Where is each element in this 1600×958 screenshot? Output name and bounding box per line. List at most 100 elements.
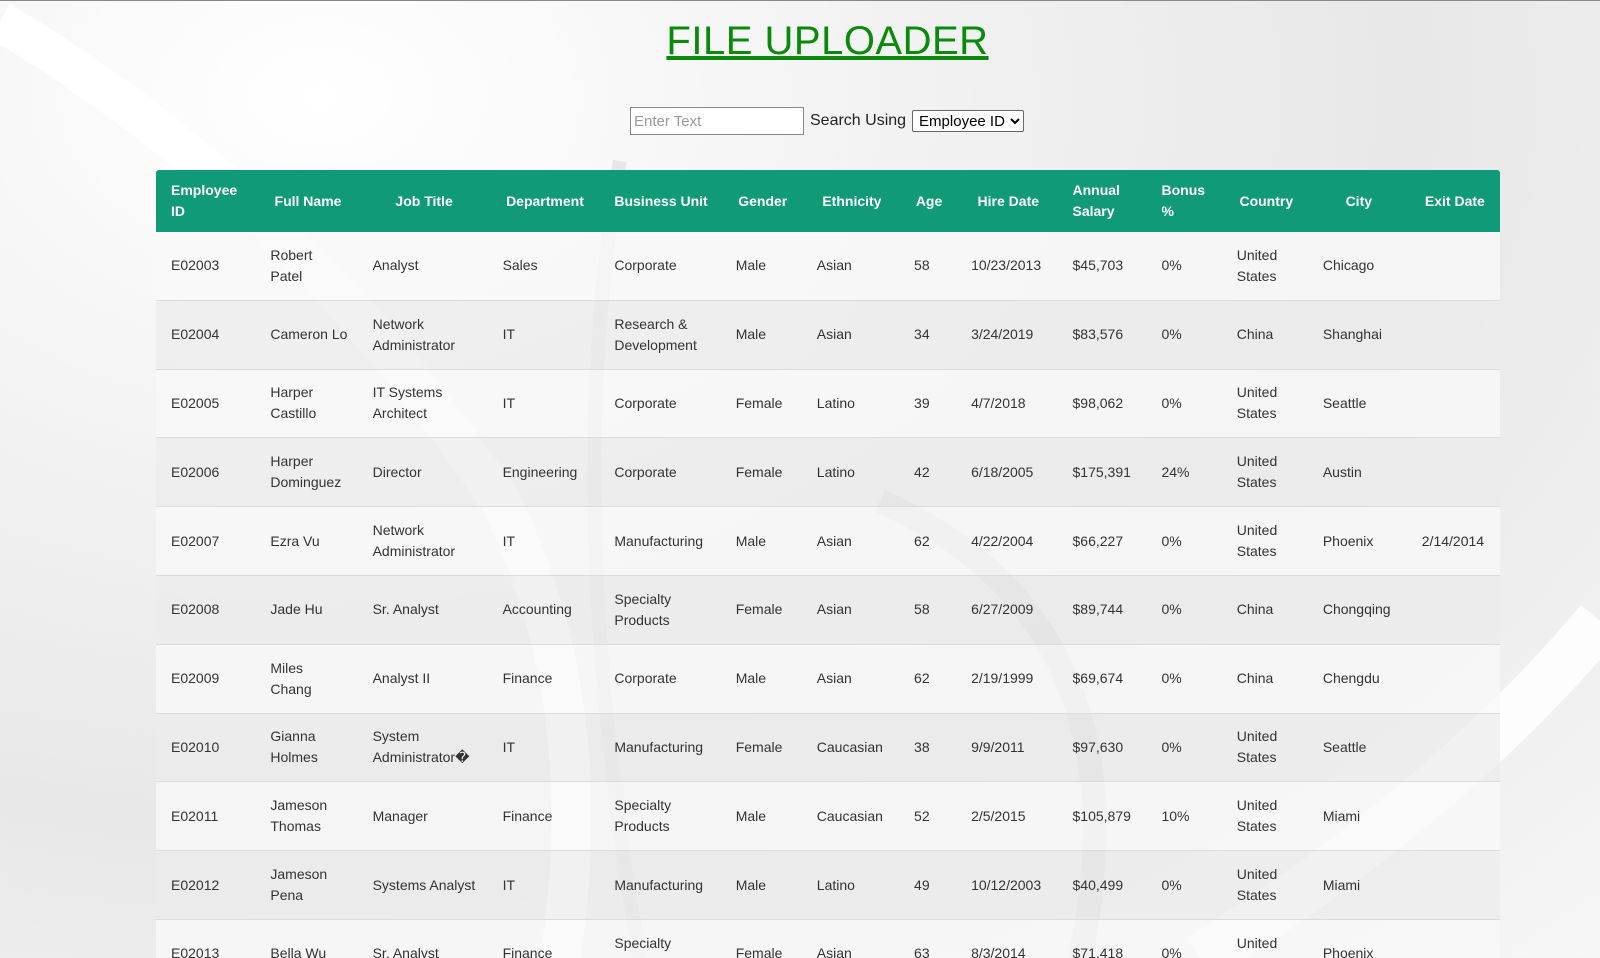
column-header-business-unit[interactable]: Business Unit <box>599 170 720 232</box>
table-row[interactable]: E02007 Ezra Vu Network Administrator IT Manu… <box>156 506 1500 576</box>
cell-age: 38 <box>899 713 957 783</box>
cell-gender: Female <box>720 919 802 958</box>
table-row[interactable]: E02004 Cameron Lo Network Administrator IT R… <box>156 300 1500 370</box>
cell-job-title: Analyst <box>357 232 488 301</box>
cell-ethnicity: Caucasian <box>801 713 900 783</box>
table-row[interactable]: E02005 Harper Castillo IT Systems Architec… <box>156 369 1500 439</box>
cell-country: United States <box>1221 369 1308 439</box>
cell-hire-date: 6/27/2009 <box>956 575 1058 645</box>
table-row[interactable]: E02009 Miles Chang Analyst II Finance Corpor… <box>156 644 1500 714</box>
cell-gender: Female <box>720 575 802 645</box>
column-header-ethnicity[interactable]: Ethnicity <box>802 170 899 232</box>
table-row[interactable]: E02006 Harper Dominguez Director Engineerin… <box>156 437 1500 508</box>
cell-hire-date: 2/19/1999 <box>956 644 1058 714</box>
cell-hire-date: 4/7/2018 <box>956 369 1058 439</box>
cell-bonus: 0% <box>1146 713 1222 783</box>
cell-annual-salary: $83,576 <box>1057 300 1147 370</box>
cell-city: Chicago <box>1307 232 1407 301</box>
cell-country: United States <box>1221 713 1308 783</box>
cell-hire-date: 8/3/2014 <box>956 919 1058 958</box>
cell-business-unit: Specialty Products <box>599 575 721 645</box>
cell-gender: Male <box>720 850 802 920</box>
cell-full-name: Harper Dominguez <box>255 437 358 508</box>
cell-job-title: System Administrator� <box>357 713 488 783</box>
cell-country: United States <box>1221 232 1308 301</box>
cell-full-name: Bella Wu <box>255 919 358 958</box>
cell-city: Austin <box>1307 437 1407 508</box>
search-bar: Search Using Employee ID <box>630 107 1025 135</box>
table-header-row: Employee ID Full Name Job Title Departme… <box>156 170 1500 232</box>
cell-annual-salary: $98,062 <box>1057 369 1147 439</box>
cell-ethnicity: Asian <box>801 575 900 645</box>
search-using-label: Search Using <box>810 112 907 129</box>
cell-department: Finance <box>487 781 600 852</box>
cell-age: 34 <box>899 300 957 370</box>
table-row[interactable]: E02011 Jameson Thomas Manager Finance Specia… <box>156 781 1500 852</box>
cell-city: Seattle <box>1307 369 1407 439</box>
cell-city: Shanghai <box>1307 300 1407 370</box>
cell-employee-id: E02012 <box>156 850 256 920</box>
cell-country: China <box>1221 644 1308 714</box>
cell-department: Engineering <box>487 437 600 508</box>
cell-full-name: Miles Chang <box>255 644 358 714</box>
cell-ethnicity: Asian <box>801 232 900 301</box>
column-header-exit-date[interactable]: Exit Date <box>1407 170 1500 232</box>
table-row[interactable]: E02012 Jameson Pena Systems Analyst IT Manuf… <box>156 850 1500 920</box>
column-header-age[interactable]: Age <box>899 170 956 232</box>
cell-hire-date: 2/5/2015 <box>956 781 1058 852</box>
column-header-department[interactable]: Department <box>488 170 600 232</box>
cell-job-title: Network Administrator <box>357 506 488 576</box>
cell-age: 58 <box>899 575 957 645</box>
cell-annual-salary: $89,744 <box>1057 575 1147 645</box>
cell-hire-date: 4/22/2004 <box>956 506 1058 576</box>
cell-gender: Female <box>720 369 802 439</box>
cell-age: 39 <box>899 369 957 439</box>
cell-job-title: Systems Analyst <box>357 850 488 920</box>
cell-annual-salary: $66,227 <box>1057 506 1147 576</box>
cell-age: 62 <box>899 644 957 714</box>
cell-city: Phoenix <box>1307 919 1407 958</box>
cell-hire-date: 10/23/2013 <box>956 232 1058 301</box>
column-header-job-title[interactable]: Job Title <box>358 170 488 232</box>
table-body: E02003 Robert Patel Analyst Sales Corporate M… <box>156 232 1500 958</box>
cell-business-unit: Manufacturing <box>599 713 721 783</box>
cell-gender: Male <box>720 300 802 370</box>
column-header-hire-date[interactable]: Hire Date <box>956 170 1057 232</box>
table-row[interactable]: E02013 Bella Wu Sr. Analyst Finance Specialt… <box>156 919 1500 958</box>
search-field-select[interactable]: Employee ID <box>912 110 1025 132</box>
cell-age: 63 <box>899 919 957 958</box>
cell-employee-id: E02007 <box>156 506 256 576</box>
column-header-employee-id[interactable]: Employee ID <box>156 170 255 232</box>
cell-ethnicity: Asian <box>801 644 900 714</box>
cell-job-title: Network Administrator <box>357 300 488 370</box>
cell-employee-id: E02003 <box>156 232 256 301</box>
search-input[interactable] <box>630 107 804 135</box>
column-header-full-name[interactable]: Full Name <box>255 170 357 232</box>
cell-department: Accounting <box>487 575 600 645</box>
cell-exit-date <box>1406 437 1500 508</box>
table-row[interactable]: E02008 Jade Hu Sr. Analyst Accounting Specia… <box>156 575 1500 645</box>
cell-ethnicity: Latino <box>801 369 900 439</box>
cell-ethnicity: Asian <box>801 300 900 370</box>
cell-full-name: Jameson Pena <box>255 850 358 920</box>
cell-employee-id: E02010 <box>156 713 256 783</box>
cell-gender: Female <box>720 713 802 783</box>
cell-exit-date <box>1406 369 1500 439</box>
cell-annual-salary: $45,703 <box>1057 232 1147 301</box>
table-row[interactable]: E02003 Robert Patel Analyst Sales Corporate M… <box>156 232 1500 301</box>
column-header-bonus[interactable]: Bonus % <box>1146 170 1221 232</box>
cell-business-unit: Manufacturing <box>599 506 721 576</box>
column-header-city[interactable]: City <box>1308 170 1407 232</box>
column-header-gender[interactable]: Gender <box>721 170 802 232</box>
cell-ethnicity: Caucasian <box>801 781 900 852</box>
column-header-annual-salary[interactable]: Annual Salary <box>1058 170 1147 232</box>
table-row[interactable]: E02010 Gianna Holmes System Administrator�… <box>156 713 1500 783</box>
cell-employee-id: E02009 <box>156 644 256 714</box>
cell-business-unit: Specialty Products <box>599 919 721 958</box>
cell-city: Seattle <box>1307 713 1407 783</box>
column-header-country[interactable]: Country <box>1222 170 1308 232</box>
cell-department: Finance <box>487 644 600 714</box>
cell-exit-date <box>1406 781 1500 852</box>
cell-ethnicity: Latino <box>801 437 900 508</box>
cell-exit-date: 2/14/2014 <box>1406 506 1500 576</box>
